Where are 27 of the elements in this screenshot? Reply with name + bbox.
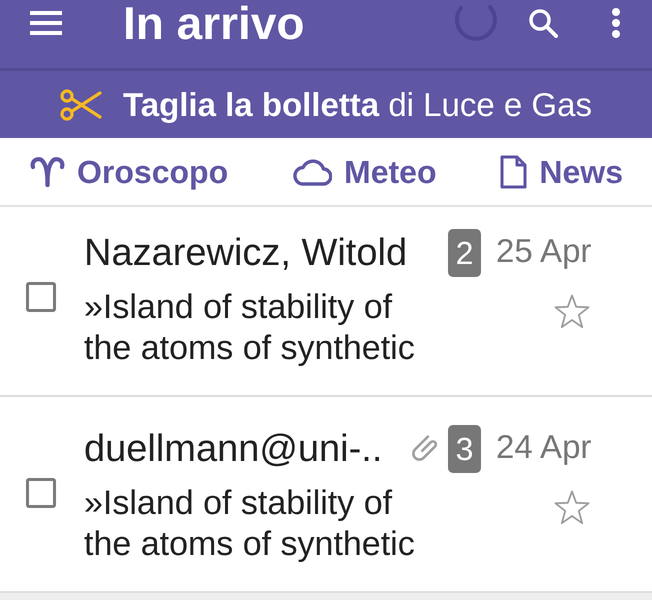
message-row[interactable]: Nazarewicz, Witold 2 »Island of stability of the atoms of synthetic 25 Apr — [0, 207, 652, 397]
sender-name: Nazarewicz, Witold — [84, 231, 408, 276]
message-date: 25 Apr — [496, 231, 592, 271]
shortcut-link[interactable]: Meteo — [292, 152, 436, 192]
message-preview: »Island of stability of the atoms of synthetic — [84, 287, 416, 369]
thread-count-badge: 2 — [448, 229, 481, 277]
star-icon[interactable] — [554, 294, 590, 330]
search-icon[interactable] — [528, 8, 558, 38]
thread-count-badge: 3 — [448, 425, 481, 473]
shortcut-link[interactable]: News — [500, 152, 623, 192]
promo-banner[interactable]: Taglia la bolletta di Luce e Gas — [0, 68, 652, 138]
message-row[interactable]: duellmann@uni-.. 3 »Island of stability of the atoms of synthetic 24 Apr — [0, 397, 652, 593]
select-checkbox[interactable] — [26, 478, 56, 508]
more-options-icon[interactable] — [610, 8, 622, 38]
app-title: In arrivo — [123, 0, 306, 46]
select-checkbox[interactable] — [26, 282, 56, 312]
menu-icon[interactable] — [30, 11, 62, 35]
message-preview: »Island of stability of the atoms of synthetic — [84, 483, 416, 565]
star-icon[interactable] — [554, 490, 590, 526]
promo-text: Taglia la bolletta di Luce e Gas — [123, 86, 592, 124]
aries-icon — [30, 156, 65, 187]
shortcut-link[interactable]: Oroscopo — [30, 152, 228, 192]
sender-name: duellmann@uni-.. — [84, 427, 384, 472]
scissors-icon — [60, 88, 102, 120]
document-icon — [500, 154, 528, 188]
message-date: 24 Apr — [496, 427, 592, 467]
cloud-icon — [292, 158, 332, 186]
